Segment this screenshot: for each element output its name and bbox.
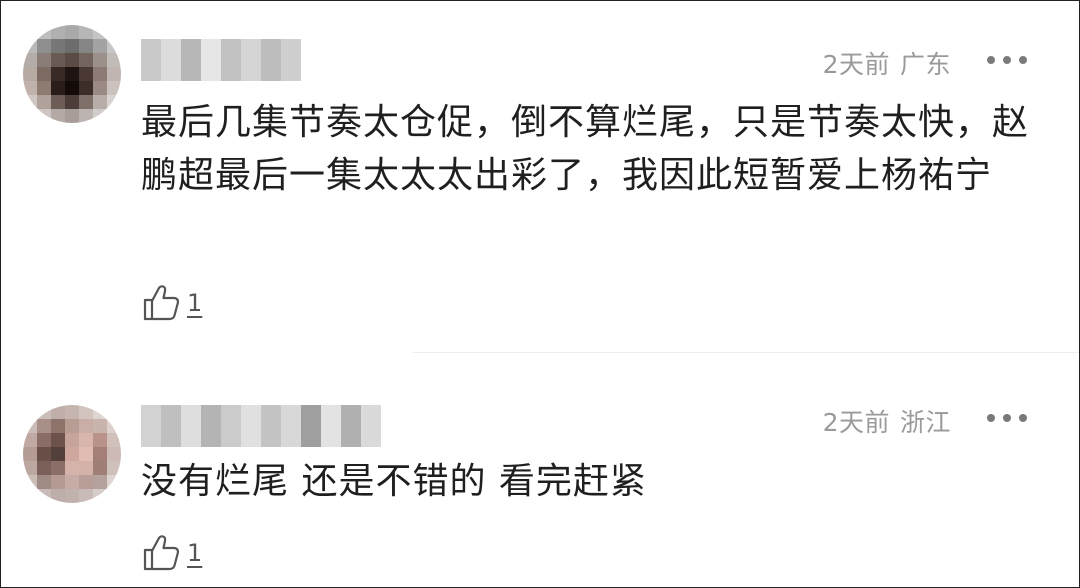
- thumbs-up-icon: [143, 285, 180, 321]
- like-button[interactable]: 1: [141, 531, 202, 575]
- thumbs-up-icon: [143, 535, 180, 571]
- comment-time: 2天前: [822, 50, 890, 79]
- more-dots-icon[interactable]: [987, 413, 1027, 423]
- like-button[interactable]: 1: [141, 281, 202, 325]
- comment-location: 广东: [899, 50, 951, 79]
- username[interactable]: [141, 39, 301, 81]
- comment-list: 2天前 广东 最后几集节奏太仓促，倒不算烂尾，只是节奏太快，赵鹏超最后一集太太太出…: [0, 0, 1080, 588]
- username[interactable]: [141, 405, 381, 447]
- avatar[interactable]: [23, 25, 121, 123]
- like-count: 1: [187, 289, 203, 317]
- more-dots-icon[interactable]: [987, 55, 1027, 65]
- comment-text: 没有烂尾 还是不错的 看完赶紧: [141, 461, 647, 502]
- avatar[interactable]: [23, 405, 121, 503]
- comment-item: 2天前 浙江 没有烂尾 还是不错的 看完赶紧 1: [1, 353, 1079, 587]
- comment-item: 2天前 广东 最后几集节奏太仓促，倒不算烂尾，只是节奏太快，赵鹏超最后一集太太太出…: [1, 1, 1079, 353]
- comment-meta: 2天前 浙江: [823, 403, 951, 439]
- comment-time: 2天前: [822, 408, 890, 437]
- comment-text: 最后几集节奏太仓促，倒不算烂尾，只是节奏太快，赵鹏超最后一集太太太出彩了，我因此…: [141, 102, 1030, 196]
- comment-location: 浙江: [899, 408, 951, 437]
- like-count: 1: [187, 539, 203, 567]
- comment-meta: 2天前 广东: [823, 45, 951, 81]
